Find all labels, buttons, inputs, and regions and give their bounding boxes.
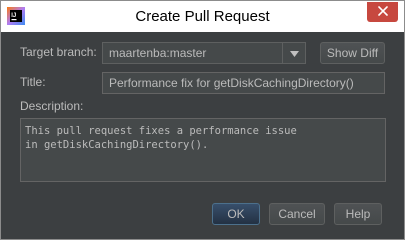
dialog-content: Target branch: maartenba:master Show Dif… <box>1 32 404 239</box>
target-branch-value: maartenba:master <box>109 46 207 60</box>
description-line: in getDiskCachingDirectory(). <box>25 139 209 151</box>
close-button[interactable] <box>367 2 398 22</box>
window-title: Create Pull Request <box>135 8 270 25</box>
ok-button[interactable]: OK <box>212 203 260 225</box>
description-line: This pull request fixes a performance is… <box>25 125 297 137</box>
cancel-button[interactable]: Cancel <box>269 203 325 225</box>
description-label: Description: <box>20 99 84 113</box>
target-branch-dropdown[interactable]: maartenba:master <box>102 42 306 64</box>
title-field[interactable]: Performance fix for getDiskCachingDirect… <box>102 72 385 94</box>
create-pull-request-dialog: IJ Create Pull Request Target branch: ma… <box>0 0 405 240</box>
show-diff-button[interactable]: Show Diff <box>320 42 385 64</box>
chevron-down-icon <box>289 44 299 62</box>
description-textarea[interactable]: This pull request fixes a performance is… <box>20 118 386 182</box>
help-button[interactable]: Help <box>334 203 382 225</box>
dropdown-arrow[interactable] <box>282 43 305 63</box>
close-icon <box>377 3 388 21</box>
target-branch-label: Target branch: <box>20 45 97 59</box>
title-bar[interactable]: IJ Create Pull Request <box>1 1 404 32</box>
title-label: Title: <box>20 75 46 89</box>
